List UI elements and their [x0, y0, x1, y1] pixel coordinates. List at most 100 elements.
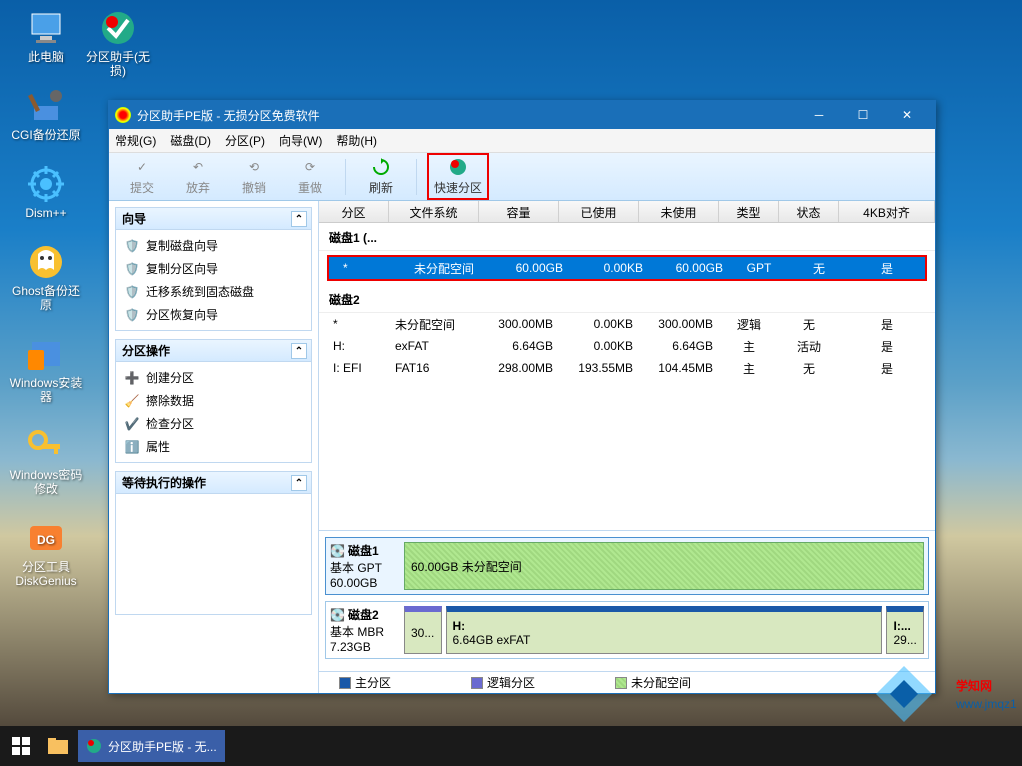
sidebar-item-migrate-ssd[interactable]: 🛡️迁移系统到固态磁盘	[118, 280, 309, 303]
desktop-icons-col2: 分区助手(无损)	[80, 8, 156, 78]
sidebar: 向导⌃ 🛡️复制磁盘向导 🛡️复制分区向导 🛡️迁移系统到固态磁盘 🛡️分区恢复…	[109, 201, 319, 693]
tb-label: 快速分区	[434, 179, 482, 196]
icon-label: 分区工具DiskGenius	[8, 560, 84, 588]
menubar: 常规(G) 磁盘(D) 分区(P) 向导(W) 帮助(H)	[109, 129, 935, 153]
highlight-row: * 未分配空间 60.00GB 0.00KB 60.00GB GPT 无 是	[327, 255, 927, 281]
col-used[interactable]: 已使用	[559, 201, 639, 222]
maximize-button[interactable]: ☐	[841, 102, 885, 128]
panel-pending: 等待执行的操作⌃	[115, 471, 312, 615]
titlebar[interactable]: 分区助手PE版 - 无损分区免费软件 ─ ☐ ✕	[109, 101, 935, 129]
wizard-icon: 🛡️	[124, 261, 140, 277]
desktop-icon-ghost[interactable]: Ghost备份还原	[8, 242, 84, 312]
desktop-icon-winpwd[interactable]: Windows密码修改	[8, 426, 84, 496]
menu-disk[interactable]: 磁盘(D)	[170, 132, 211, 149]
disk-info: 💽磁盘1 基本 GPT 60.00GB	[330, 542, 398, 590]
menu-wizard[interactable]: 向导(W)	[279, 132, 322, 149]
partition-bar[interactable]: 30...	[404, 606, 442, 654]
close-button[interactable]: ✕	[885, 102, 929, 128]
disk-map-1[interactable]: 💽磁盘1 基本 GPT 60.00GB 60.00GB 未分配空间	[325, 537, 929, 595]
desktop-icon-partassist[interactable]: 分区助手(无损)	[80, 8, 156, 78]
legend: 主分区 逻辑分区 未分配空间	[319, 671, 935, 693]
wizard-icon: 🛡️	[124, 238, 140, 254]
watermark: 学知网www.jmqz1000.com	[876, 666, 1016, 722]
desktop-icon-computer[interactable]: 此电脑	[8, 8, 84, 64]
start-button[interactable]	[4, 730, 38, 762]
toolbar-commit[interactable]: ✓提交	[117, 157, 167, 196]
icon-label: 分区助手(无损)	[80, 50, 156, 78]
toolbar-discard[interactable]: ↶放弃	[173, 157, 223, 196]
swatch-icon	[339, 677, 351, 689]
disk-map-area: 💽磁盘1 基本 GPT 60.00GB 60.00GB 未分配空间 💽磁盘2 基…	[319, 530, 935, 671]
disk-group-1[interactable]: 磁盘1 (...	[319, 223, 935, 251]
grid-body: 磁盘1 (... * 未分配空间 60.00GB 0.00KB 60.00GB …	[319, 223, 935, 530]
collapse-button[interactable]: ⌃	[291, 475, 307, 491]
icon-label: Windows密码修改	[8, 468, 84, 496]
sidebar-item-check[interactable]: ✔️检查分区	[118, 412, 309, 435]
toolbar-redo[interactable]: ⟳重做	[285, 157, 335, 196]
col-size[interactable]: 容量	[479, 201, 559, 222]
discard-icon: ↶	[188, 157, 208, 177]
partition-bar[interactable]: H:6.64GB exFAT	[446, 606, 883, 654]
sidebar-item-copy-disk[interactable]: 🛡️复制磁盘向导	[118, 234, 309, 257]
sidebar-item-copy-partition[interactable]: 🛡️复制分区向导	[118, 257, 309, 280]
collapse-button[interactable]: ⌃	[291, 211, 307, 227]
erase-icon: 🧹	[124, 393, 140, 409]
disk-map-2[interactable]: 💽磁盘2 基本 MBR 7.23GB 30... H:6.64GB exFAT …	[325, 601, 929, 659]
disk-info: 💽磁盘2 基本 MBR 7.23GB	[330, 606, 398, 654]
toolbar-undo[interactable]: ⟲撤销	[229, 157, 279, 196]
table-row[interactable]: * 未分配空间 300.00MB 0.00KB 300.00MB 逻辑 无 是	[319, 313, 935, 335]
col-status[interactable]: 状态	[779, 201, 839, 222]
tb-label: 提交	[130, 179, 154, 196]
legend-unalloc: 未分配空间	[615, 674, 691, 691]
tb-label: 刷新	[369, 179, 393, 196]
main-area: 分区 文件系统 容量 已使用 未使用 类型 状态 4KB对齐 磁盘1 (... …	[319, 201, 935, 693]
col-type[interactable]: 类型	[719, 201, 779, 222]
desktop-icon-cgi[interactable]: CGI备份还原	[8, 86, 84, 142]
sidebar-item-wipe[interactable]: 🧹擦除数据	[118, 389, 309, 412]
disk-icon: 💽	[330, 608, 345, 622]
panel-wizard: 向导⌃ 🛡️复制磁盘向导 🛡️复制分区向导 🛡️迁移系统到固态磁盘 🛡️分区恢复…	[115, 207, 312, 331]
legend-primary: 主分区	[339, 674, 391, 691]
disk-group-2[interactable]: 磁盘2	[319, 285, 935, 313]
undo-icon: ⟲	[244, 157, 264, 177]
col-4kb[interactable]: 4KB对齐	[839, 201, 935, 222]
desktop-icon-winsetup[interactable]: Windows安装器	[8, 334, 84, 404]
wizard-icon: 🛡️	[124, 284, 140, 300]
desktop-icon-diskgenius[interactable]: DG 分区工具DiskGenius	[8, 518, 84, 588]
panel-header: 向导⌃	[116, 208, 311, 230]
table-row[interactable]: I: EFI FAT16 298.00MB 193.55MB 104.45MB …	[319, 357, 935, 379]
table-row[interactable]: H: exFAT 6.64GB 0.00KB 6.64GB 主 活动 是	[319, 335, 935, 357]
col-free[interactable]: 未使用	[639, 201, 719, 222]
toolbar-refresh[interactable]: 刷新	[356, 157, 406, 196]
sidebar-item-create[interactable]: ➕创建分区	[118, 366, 309, 389]
menu-partition[interactable]: 分区(P)	[225, 132, 265, 149]
separator	[345, 159, 346, 195]
window-title: 分区助手PE版 - 无损分区免费软件	[137, 107, 797, 124]
collapse-button[interactable]: ⌃	[291, 343, 307, 359]
panel-header: 分区操作⌃	[116, 340, 311, 362]
sidebar-item-recover[interactable]: 🛡️分区恢复向导	[118, 303, 309, 326]
col-partition[interactable]: 分区	[319, 201, 389, 222]
svg-text:www.jmqz1000.com: www.jmqz1000.com	[955, 697, 1016, 711]
col-fs[interactable]: 文件系统	[389, 201, 479, 222]
info-icon: ℹ️	[124, 439, 140, 455]
icon-label: 此电脑	[28, 50, 64, 64]
taskbar-app[interactable]: 分区助手PE版 - 无...	[78, 730, 225, 762]
taskbar-explorer[interactable]	[40, 730, 76, 762]
desktop-icon-dism[interactable]: Dism++	[8, 164, 84, 220]
menu-general[interactable]: 常规(G)	[115, 132, 156, 149]
swatch-icon	[615, 677, 627, 689]
taskbar: 分区助手PE版 - 无...	[0, 726, 1022, 766]
minimize-button[interactable]: ─	[797, 102, 841, 128]
partition-bar[interactable]: I:...29...	[886, 606, 924, 654]
partition-bar-unalloc[interactable]: 60.00GB 未分配空间	[404, 542, 924, 590]
icon-label: Dism++	[25, 206, 66, 220]
icon-label: Ghost备份还原	[8, 284, 84, 312]
quick-icon	[448, 157, 468, 177]
grid-header: 分区 文件系统 容量 已使用 未使用 类型 状态 4KB对齐	[319, 201, 935, 223]
highlight-box: 快速分区	[427, 153, 489, 200]
menu-help[interactable]: 帮助(H)	[336, 132, 377, 149]
sidebar-item-properties[interactable]: ℹ️属性	[118, 435, 309, 458]
table-row[interactable]: * 未分配空间 60.00GB 0.00KB 60.00GB GPT 无 是	[329, 257, 925, 279]
toolbar-quick-partition[interactable]: 快速分区	[433, 157, 483, 196]
